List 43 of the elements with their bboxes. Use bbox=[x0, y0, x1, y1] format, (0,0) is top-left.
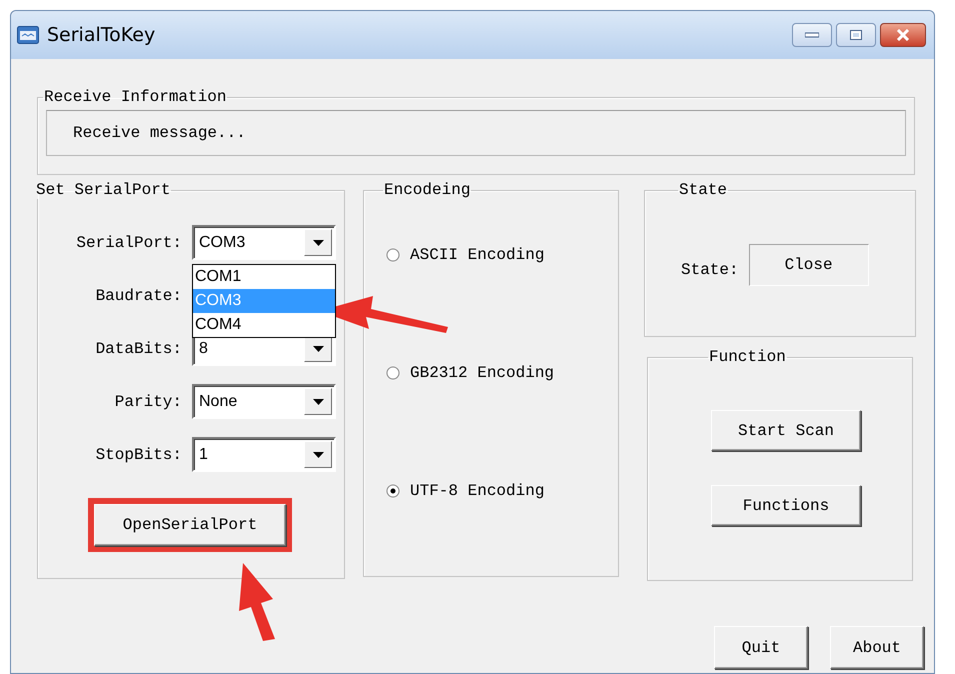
field-label: Parity: bbox=[114, 392, 183, 410]
group-title: Encodeing bbox=[383, 181, 472, 199]
group-title: Function bbox=[708, 348, 787, 366]
radio-label[interactable]: UTF-8 Encoding bbox=[410, 482, 544, 500]
maximize-icon bbox=[850, 30, 862, 40]
group-title: Set SerialPort bbox=[35, 181, 172, 199]
minimize-button[interactable] bbox=[792, 23, 832, 47]
caret-icon bbox=[312, 240, 324, 246]
close-button[interactable] bbox=[880, 23, 926, 47]
dropdown[interactable]: 1 bbox=[192, 437, 336, 472]
function-button[interactable]: Functions bbox=[711, 485, 861, 526]
dropdown-arrow-button[interactable] bbox=[304, 388, 332, 415]
maximize-button[interactable] bbox=[836, 23, 876, 47]
dropdown-arrow-button[interactable] bbox=[304, 441, 332, 468]
app-icon bbox=[17, 26, 39, 44]
field-label: StopBits: bbox=[94, 446, 183, 464]
dialog-button[interactable]: Quit bbox=[714, 626, 808, 669]
field-label: DataBits: bbox=[94, 340, 183, 358]
close-icon bbox=[896, 29, 910, 41]
radio-button[interactable] bbox=[386, 484, 400, 498]
field-label: Baudrate: bbox=[94, 286, 183, 304]
dialog-button[interactable]: About bbox=[830, 626, 924, 669]
open-serial-port-button[interactable]: OpenSerialPort bbox=[94, 504, 286, 546]
state-label: State: bbox=[681, 261, 739, 279]
dropdown-option[interactable]: COM1 bbox=[193, 265, 335, 289]
group-title: State bbox=[678, 181, 728, 199]
state-value: Close bbox=[748, 244, 869, 286]
function-button[interactable]: Start Scan bbox=[711, 410, 861, 451]
caret-icon bbox=[312, 346, 324, 352]
caret-icon bbox=[312, 452, 324, 458]
dropdown[interactable]: COM3 bbox=[192, 225, 336, 260]
message-field: Receive message... bbox=[46, 110, 906, 156]
minimize-icon bbox=[805, 32, 819, 38]
dropdown-arrow-button[interactable] bbox=[304, 229, 332, 256]
window-title: SerialToKey bbox=[47, 24, 156, 46]
caret-icon bbox=[312, 398, 324, 404]
radio-button[interactable] bbox=[386, 366, 400, 380]
dropdown[interactable]: None bbox=[192, 384, 336, 419]
radio-label[interactable]: GB2312 Encoding bbox=[410, 364, 554, 382]
field-label: SerialPort: bbox=[75, 234, 183, 252]
radio-button[interactable] bbox=[386, 248, 400, 262]
group-title: Receive Information bbox=[43, 88, 228, 106]
radio-label[interactable]: ASCII Encoding bbox=[410, 246, 544, 264]
